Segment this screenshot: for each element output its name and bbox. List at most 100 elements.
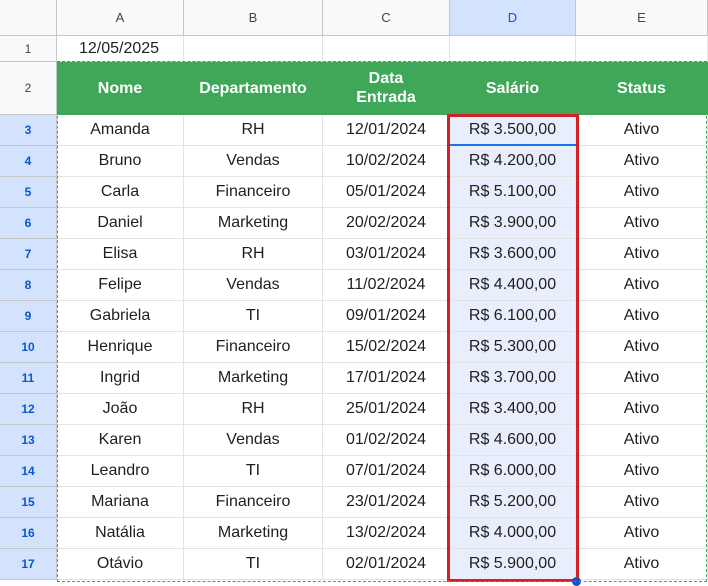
cell-nome[interactable]: Felipe — [57, 270, 184, 301]
table-header-departamento[interactable]: Departamento — [184, 62, 323, 115]
cell-status[interactable]: Ativo — [576, 332, 708, 363]
row-header-14[interactable]: 14 — [0, 456, 57, 487]
cell-status[interactable]: Ativo — [576, 239, 708, 270]
row-header-5[interactable]: 5 — [0, 177, 57, 208]
cell-status[interactable]: Ativo — [576, 456, 708, 487]
empty-cell[interactable] — [323, 36, 450, 62]
cell-nome[interactable]: Otávio — [57, 549, 184, 580]
cell-departamento[interactable]: Marketing — [184, 208, 323, 239]
cell-status[interactable]: Ativo — [576, 115, 708, 146]
row-header-3[interactable]: 3 — [0, 115, 57, 146]
cell-salario[interactable]: R$ 5.200,00 — [450, 487, 576, 518]
row-header-1[interactable]: 1 — [0, 36, 57, 62]
cell-nome[interactable]: Carla — [57, 177, 184, 208]
row-header-13[interactable]: 13 — [0, 425, 57, 456]
row-header-16[interactable]: 16 — [0, 518, 57, 549]
cell-data-entrada[interactable]: 11/02/2024 — [323, 270, 450, 301]
empty-cell[interactable] — [450, 36, 576, 62]
row-header-9[interactable]: 9 — [0, 301, 57, 332]
row-header-15[interactable]: 15 — [0, 487, 57, 518]
cell-departamento[interactable]: Financeiro — [184, 487, 323, 518]
cell-nome[interactable]: Mariana — [57, 487, 184, 518]
cell-departamento[interactable]: TI — [184, 456, 323, 487]
cell-data-entrada[interactable]: 20/02/2024 — [323, 208, 450, 239]
cell-salario[interactable]: R$ 4.000,00 — [450, 518, 576, 549]
column-header-b[interactable]: B — [184, 0, 323, 36]
cell-departamento[interactable]: Marketing — [184, 518, 323, 549]
cell-departamento[interactable]: Financeiro — [184, 177, 323, 208]
cell-salario[interactable]: R$ 6.100,00 — [450, 301, 576, 332]
cell-nome[interactable]: Bruno — [57, 146, 184, 177]
column-header-a[interactable]: A — [57, 0, 184, 36]
cell-data-entrada[interactable]: 05/01/2024 — [323, 177, 450, 208]
cell-salario[interactable]: R$ 5.900,00 — [450, 549, 576, 580]
cell-status[interactable]: Ativo — [576, 301, 708, 332]
cell-salario[interactable]: R$ 3.400,00 — [450, 394, 576, 425]
empty-cell[interactable] — [184, 36, 323, 62]
cell-status[interactable]: Ativo — [576, 146, 708, 177]
row-header-2[interactable]: 2 — [0, 62, 57, 115]
select-all-corner[interactable] — [0, 0, 57, 36]
cell-data-entrada[interactable]: 03/01/2024 — [323, 239, 450, 270]
cell-departamento[interactable]: TI — [184, 549, 323, 580]
cell-salario[interactable]: R$ 3.500,00 — [450, 115, 576, 146]
cell-departamento[interactable]: Vendas — [184, 425, 323, 456]
table-header-status[interactable]: Status — [576, 62, 708, 115]
cell-status[interactable]: Ativo — [576, 394, 708, 425]
cell-nome[interactable]: João — [57, 394, 184, 425]
cell-salario[interactable]: R$ 3.700,00 — [450, 363, 576, 394]
row-header-11[interactable]: 11 — [0, 363, 57, 394]
cell-nome[interactable]: Leandro — [57, 456, 184, 487]
cell-data-entrada[interactable]: 13/02/2024 — [323, 518, 450, 549]
row-header-7[interactable]: 7 — [0, 239, 57, 270]
fill-handle[interactable] — [572, 577, 581, 586]
row-header-12[interactable]: 12 — [0, 394, 57, 425]
cell-data-entrada[interactable]: 23/01/2024 — [323, 487, 450, 518]
column-header-e[interactable]: E — [576, 0, 708, 36]
cell-data-entrada[interactable]: 10/02/2024 — [323, 146, 450, 177]
cell-departamento[interactable]: Vendas — [184, 270, 323, 301]
cell-data-entrada[interactable]: 02/01/2024 — [323, 549, 450, 580]
row-header-4[interactable]: 4 — [0, 146, 57, 177]
cell-nome[interactable]: Henrique — [57, 332, 184, 363]
cell-status[interactable]: Ativo — [576, 270, 708, 301]
cell-nome[interactable]: Daniel — [57, 208, 184, 239]
cell-data-entrada[interactable]: 17/01/2024 — [323, 363, 450, 394]
cell-status[interactable]: Ativo — [576, 363, 708, 394]
cell-nome[interactable]: Elisa — [57, 239, 184, 270]
cell-nome[interactable]: Natália — [57, 518, 184, 549]
cell-data-entrada[interactable]: 12/01/2024 — [323, 115, 450, 146]
cell-data-entrada[interactable]: 01/02/2024 — [323, 425, 450, 456]
row-header-17[interactable]: 17 — [0, 549, 57, 580]
cell-salario[interactable]: R$ 5.300,00 — [450, 332, 576, 363]
cell-salario[interactable]: R$ 6.000,00 — [450, 456, 576, 487]
cell-departamento[interactable]: TI — [184, 301, 323, 332]
cell-status[interactable]: Ativo — [576, 549, 708, 580]
row-header-6[interactable]: 6 — [0, 208, 57, 239]
empty-cell[interactable] — [576, 36, 708, 62]
cell-status[interactable]: Ativo — [576, 518, 708, 549]
cell-data-entrada[interactable]: 15/02/2024 — [323, 332, 450, 363]
cell-nome[interactable]: Karen — [57, 425, 184, 456]
cell-data-entrada[interactable]: 09/01/2024 — [323, 301, 450, 332]
table-header-salario[interactable]: Salário — [450, 62, 576, 115]
cell-nome[interactable]: Gabriela — [57, 301, 184, 332]
cell-nome[interactable]: Amanda — [57, 115, 184, 146]
row-header-10[interactable]: 10 — [0, 332, 57, 363]
cell-departamento[interactable]: RH — [184, 239, 323, 270]
cell-a1-date[interactable]: 12/05/2025 — [57, 36, 184, 62]
column-header-d[interactable]: D — [450, 0, 576, 36]
cell-status[interactable]: Ativo — [576, 425, 708, 456]
cell-salario[interactable]: R$ 5.100,00 — [450, 177, 576, 208]
row-header-8[interactable]: 8 — [0, 270, 57, 301]
cell-status[interactable]: Ativo — [576, 208, 708, 239]
cell-data-entrada[interactable]: 07/01/2024 — [323, 456, 450, 487]
cell-salario[interactable]: R$ 3.600,00 — [450, 239, 576, 270]
cell-departamento[interactable]: Financeiro — [184, 332, 323, 363]
cell-departamento[interactable]: RH — [184, 394, 323, 425]
cell-departamento[interactable]: Marketing — [184, 363, 323, 394]
cell-status[interactable]: Ativo — [576, 487, 708, 518]
cell-nome[interactable]: Ingrid — [57, 363, 184, 394]
column-header-c[interactable]: C — [323, 0, 450, 36]
cell-salario[interactable]: R$ 4.200,00 — [450, 146, 576, 177]
